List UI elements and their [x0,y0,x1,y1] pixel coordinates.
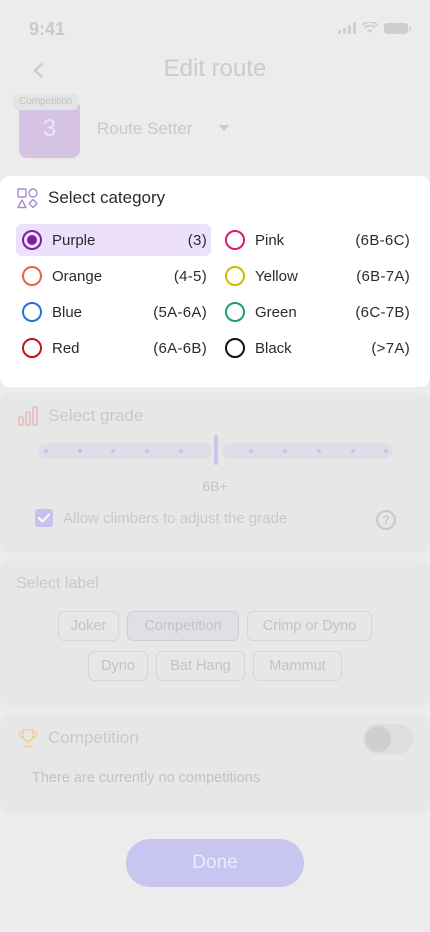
radio-purple[interactable] [22,230,42,250]
category-option-black[interactable]: Black (>7A) [219,332,414,364]
category-option-green[interactable]: Green (6C-7B) [219,296,414,328]
radio-black[interactable] [225,338,245,358]
slider-tick [145,449,149,453]
category-range: (6C-7B) [355,303,410,321]
label-chip-bat-hang[interactable]: Bat Hang [156,651,245,681]
label-chip-competition[interactable]: Competition [127,611,239,641]
header: Edit route [0,46,430,90]
radio-red[interactable] [22,338,42,358]
grade-slider[interactable] [38,435,392,465]
slider-tick [44,449,48,453]
battery-icon [384,22,411,34]
category-title: Select category [48,188,166,207]
category-name: Purple [52,231,96,249]
category-range: (6A-6B) [153,339,207,357]
category-option-red[interactable]: Red (6A-6B) [16,332,211,364]
grade-header: Select grade [18,406,143,426]
wifi-icon [362,22,378,33]
route-setter-select[interactable]: Route Setter [97,119,192,139]
slider-tick [283,449,287,453]
category-header: Select category [17,186,165,210]
label-card: Select label Joker Competition Crimp or … [0,561,430,707]
category-range: (5A-6A) [153,303,207,321]
radio-yellow[interactable] [225,266,245,286]
radio-orange[interactable] [22,266,42,286]
signal-icon [338,22,356,34]
category-card: Select category Purple (3) Pink (6B-6C) Oran… [0,176,430,387]
competition-badge: Competition [13,94,79,110]
route-setter-row: 3 Competition Route Setter [0,90,430,170]
label-chip-crimp-or-dyno[interactable]: Crimp or Dyno [247,611,372,641]
done-button[interactable]: Done [126,839,304,887]
label-chip-dyno[interactable]: Dyno [88,651,148,681]
radio-blue[interactable] [22,302,42,322]
category-name: Orange [52,267,103,285]
page-title: Edit route [163,55,267,82]
radio-green[interactable] [225,302,245,322]
category-name: Pink [255,231,285,249]
allow-adjust-checkbox[interactable] [35,509,53,527]
allow-adjust-label: Allow climbers to adjust the grade [63,509,288,527]
shapes-icon [17,187,38,208]
slider-tick [179,449,183,453]
category-range: (6B-7A) [356,267,410,285]
radio-pink[interactable] [225,230,245,250]
grade-title: Select grade [48,406,144,425]
slider-tick [111,449,115,453]
status-icons [338,22,411,34]
toggle-knob [365,726,391,752]
slider-tick [384,449,388,453]
label-chip-joker[interactable]: Joker [58,611,119,641]
category-range: (3) [187,231,207,249]
caret-down-icon[interactable] [219,125,229,131]
category-range: (4-5) [173,267,207,285]
slider-tick [78,449,82,453]
category-option-orange[interactable]: Orange (4-5) [16,260,211,292]
category-option-yellow[interactable]: Yellow (6B-7A) [219,260,414,292]
checkmark-icon [38,513,50,523]
slider-tick [249,449,253,453]
bar-chart-icon [18,406,38,426]
category-option-blue[interactable]: Blue (5A-6A) [16,296,211,328]
category-range: (>7A) [371,339,410,357]
help-circle-icon[interactable]: ? [376,510,396,530]
category-name: Green [255,303,297,321]
allow-adjust-row[interactable]: Allow climbers to adjust the grade [35,509,287,527]
grade-card: Select grade 6B+ Allow climbers to adjus… [0,393,430,553]
slider-tick [317,449,321,453]
category-name: Blue [52,303,83,321]
label-chip-mammut[interactable]: Mammut [253,651,342,681]
competition-header: Competition [18,728,139,748]
label-title: Select label [16,575,99,592]
slider-tick [351,449,355,453]
category-range: (6B-6C) [355,231,410,249]
slider-track-right [222,443,392,459]
slider-track-left [38,443,212,459]
competition-empty-text: There are currently no competitions [32,770,261,786]
competition-card: Competition There are currently no compe… [0,715,430,813]
competition-toggle[interactable] [363,724,413,754]
grade-value: 6B+ [202,478,228,494]
category-name: Black [255,339,292,357]
route-grade-number: 3 [42,115,57,142]
trophy-icon [18,729,38,748]
slider-thumb[interactable] [214,435,218,465]
status-time: 9:41 [29,19,66,39]
radio-selected-dot [27,235,37,245]
category-name: Yellow [255,267,298,285]
category-name: Red [52,339,80,357]
category-option-purple[interactable]: Purple (3) [16,224,211,256]
competition-title: Competition [48,728,139,747]
category-option-pink[interactable]: Pink (6B-6C) [219,224,414,256]
